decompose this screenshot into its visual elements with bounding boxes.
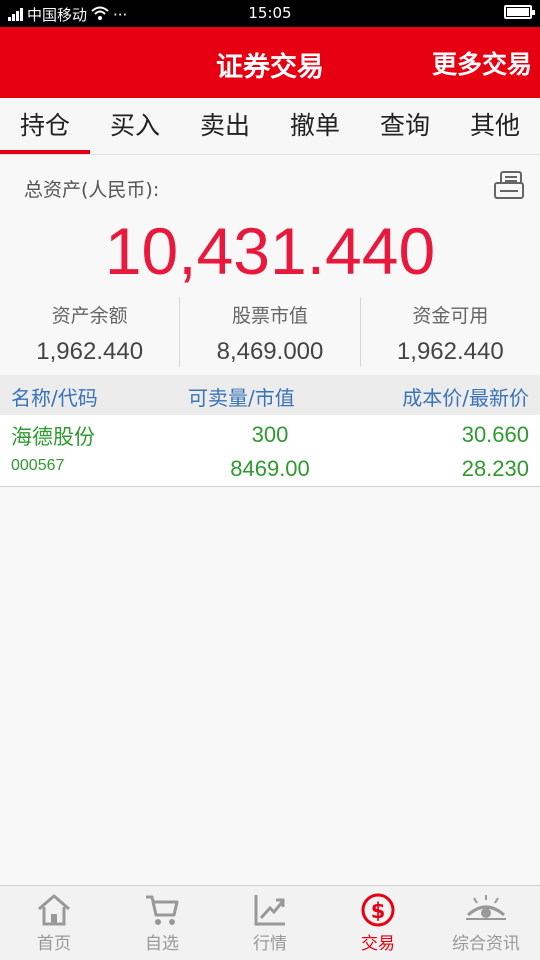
home-icon [38, 894, 70, 926]
total-assets-value: 10,431.440 [104, 214, 436, 288]
last-price: 28.230 [461, 456, 529, 481]
market-value: 8469.00 [230, 456, 310, 481]
tab-buy[interactable]: 买入 [90, 98, 180, 154]
asset-balance-value: 1,962.440 [36, 338, 144, 365]
column-qty-value: 可卖量/市值 [188, 386, 295, 410]
available-funds: 资金可用 1,962.440 [359, 297, 540, 367]
battery-icon [504, 5, 535, 19]
total-assets-label: 总资产(人民币): [24, 179, 160, 201]
stock-code: 000567 [11, 457, 65, 474]
more-trade-button[interactable]: 更多交易 [432, 45, 532, 81]
nav-label: 交易 [361, 934, 395, 954]
tab-label: 买入 [109, 111, 160, 140]
cart-icon [146, 895, 179, 925]
tab-cancel[interactable]: 撤单 [270, 98, 360, 154]
tab-sell[interactable]: 卖出 [180, 98, 270, 154]
stock-market-value-label: 股票市值 [231, 305, 308, 327]
tab-label: 卖出 [199, 111, 250, 140]
tab-other[interactable]: 其他 [450, 98, 540, 154]
asset-balance: 资产余额 1,962.440 [0, 297, 179, 367]
tab-label: 持仓 [19, 111, 70, 140]
sellable-qty: 300 [251, 422, 289, 447]
svg-text:$: $ [371, 899, 386, 923]
clock: 15:05 [248, 4, 292, 22]
stock-name: 海德股份 [11, 425, 95, 449]
column-name-code: 名称/代码 [11, 386, 98, 410]
tab-label: 查询 [379, 111, 430, 140]
status-bar: 中国移动 ··· 15:05 [0, 0, 540, 27]
app-header: 证券交易 更多交易 [0, 27, 540, 98]
asset-breakdown: 资产余额 1,962.440 股票市值 8,469.000 资金可用 1,962… [0, 297, 540, 367]
tab-label: 撤单 [289, 111, 340, 140]
eye-icon [466, 895, 506, 920]
nav-label: 行情 [253, 934, 287, 954]
available-funds-label: 资金可用 [412, 305, 489, 327]
nav-label: 自选 [145, 934, 179, 954]
nav-news[interactable]: 综合资讯 [432, 886, 540, 960]
trade-tabs: 持仓 买入 卖出 撤单 查询 其他 [0, 98, 540, 155]
nav-market[interactable]: 行情 [216, 886, 324, 960]
nav-watchlist[interactable]: 自选 [108, 886, 216, 960]
stock-market-value: 股票市值 8,469.000 [179, 297, 359, 367]
asset-summary: 总资产(人民币): 10,431.440 资产余额 1,962.440 股票市值… [0, 155, 540, 375]
bottom-nav: 首页 自选 行情 $ 交易 综合资讯 [0, 885, 540, 960]
nav-label: 首页 [37, 934, 71, 954]
dollar-icon: $ [361, 893, 395, 927]
stock-market-value-value: 8,469.000 [216, 338, 324, 365]
nav-label: 综合资讯 [452, 934, 520, 954]
nav-home[interactable]: 首页 [0, 886, 108, 960]
asset-balance-label: 资产余额 [51, 305, 128, 327]
nav-trade[interactable]: $ 交易 [324, 886, 432, 960]
chart-icon [254, 895, 285, 926]
cost-price: 30.660 [461, 422, 529, 447]
tab-label: 其他 [469, 111, 520, 140]
column-cost-last: 成本价/最新价 [402, 386, 529, 410]
statement-icon[interactable] [492, 169, 526, 203]
positions-table-header: 名称/代码 可卖量/市值 成本价/最新价 [0, 375, 540, 415]
tab-positions[interactable]: 持仓 [0, 98, 90, 154]
tab-query[interactable]: 查询 [360, 98, 450, 154]
active-tab-indicator [0, 150, 90, 154]
available-funds-value: 1,962.440 [396, 338, 504, 365]
table-row[interactable]: 海德股份 000567 300 8469.00 30.660 28.230 [0, 415, 540, 487]
